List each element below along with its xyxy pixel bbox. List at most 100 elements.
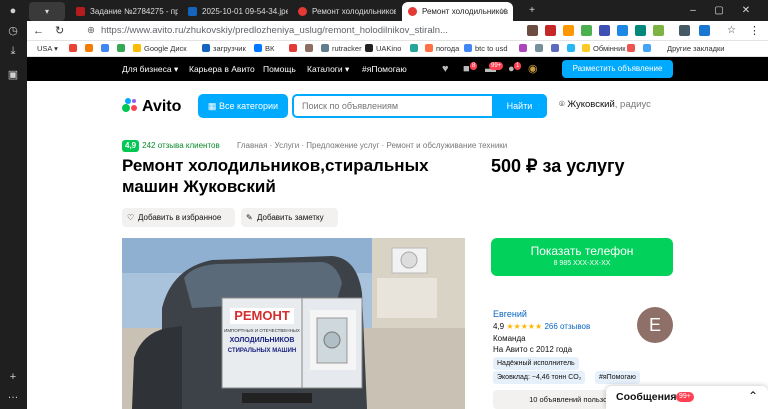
extension-icon[interactable] (679, 25, 690, 36)
show-phone-button[interactable]: Показать телефон 8 985 XXX-XX-XX (491, 238, 673, 276)
tab-image[interactable]: 2025-10-01 09-54-34.jpeg (182, 2, 288, 21)
heart-icon: ♡ (127, 213, 135, 222)
site-icon (643, 44, 651, 52)
extension-icon[interactable] (563, 25, 574, 36)
seller-avatar[interactable]: Е (637, 307, 673, 343)
downloads-icon[interactable]: ⤓ (6, 44, 20, 58)
extension-icon[interactable] (599, 25, 610, 36)
banner-line-text: ХОЛОДИЛЬНИКОВ (230, 337, 295, 344)
minimize-icon[interactable]: – (685, 0, 701, 21)
topbar-link[interactable]: Карьера в Авито (189, 57, 255, 81)
notifications-icon[interactable]: ● 1 (508, 62, 522, 75)
post-ad-button[interactable]: Разместить объявление (562, 60, 673, 78)
seller-name[interactable]: Евгений (493, 309, 527, 320)
seller-rating[interactable]: 4,9 ★★★★★ 266 отзывов (493, 321, 590, 332)
reload-icon[interactable]: ↻ (55, 23, 64, 39)
bookmark-item[interactable] (117, 43, 128, 55)
all-categories-button[interactable]: ▦ Все категории (198, 94, 288, 118)
extension-icon[interactable] (581, 25, 592, 36)
location-selector[interactable]: ⌾ Жуковский, радиус (559, 99, 651, 110)
extension-icon[interactable] (617, 25, 628, 36)
bookmark-item[interactable] (101, 43, 112, 55)
favorites-icon[interactable]: ♥ (442, 63, 449, 75)
more-icon[interactable]: … (6, 388, 20, 402)
profile-icon[interactable]: ● (6, 4, 20, 18)
add-panel-icon[interactable]: + (6, 370, 20, 384)
download-icon[interactable] (699, 25, 710, 36)
user-avatar[interactable]: ◉ (528, 63, 538, 75)
menu-icon[interactable]: ⋮ (749, 23, 760, 39)
messenger-widget[interactable]: Сообщения 99+ ⌃ (606, 386, 768, 409)
site-icon (305, 44, 313, 52)
seller-badge[interactable]: Эковклад: ~4,46 тонн CO₂ (493, 371, 586, 384)
find-button[interactable]: Найти (492, 94, 547, 118)
sidebar-app-icon[interactable]: ▣ (6, 68, 20, 82)
google-icon (464, 44, 472, 52)
add-favorite-button[interactable]: ♡ Добавить в избранное (122, 208, 235, 227)
bookmark-item[interactable] (535, 43, 546, 55)
banner-text: РЕМОНТ (234, 308, 290, 323)
bookmark-item[interactable]: ВК (254, 43, 274, 55)
seller-badge[interactable]: #яПомогаю (595, 371, 640, 384)
new-tab-button[interactable]: + (524, 0, 540, 21)
seller-badge[interactable]: Надёжный исполнитель (493, 357, 579, 370)
topbar-link[interactable]: Каталоги ▾ (307, 57, 349, 81)
bookmark-item[interactable] (289, 43, 300, 55)
bookmark-item[interactable] (85, 43, 96, 55)
bookmark-folder[interactable]: Другие закладки (667, 43, 724, 55)
listing-photo[interactable]: РЕМОНТ ИМПОРТНЫХ И ОТЕЧЕСТВЕННЫХ ХОЛОДИЛ… (122, 238, 465, 409)
search-input[interactable] (302, 96, 502, 116)
url-field[interactable]: ⊕ https://www.avito.ru/zhukovskiy/predlo… (83, 23, 483, 39)
bookmark-item[interactable] (643, 43, 654, 55)
bookmark-item[interactable] (627, 43, 638, 55)
tab-switcher-button[interactable]: ▾ (29, 2, 65, 21)
tab-avito-1[interactable]: Ремонт холодильников в (292, 2, 396, 21)
bookmark-item[interactable] (567, 43, 578, 55)
listing-title: Ремонт холодильников,стиральных машин Жу… (122, 156, 429, 196)
site-icon (365, 44, 373, 52)
add-note-button[interactable]: ✎ Добавить заметку (241, 208, 338, 227)
avito-logo[interactable]: Avito (122, 97, 181, 115)
extension-icon[interactable] (653, 25, 664, 36)
cart-icon[interactable]: ■ 8 (463, 62, 478, 75)
seller-type: Команда (493, 334, 526, 343)
topbar-link[interactable]: #яПомогаю (362, 57, 407, 81)
extension-icon[interactable] (635, 25, 646, 36)
messages-icon[interactable]: ▬99+ (485, 62, 504, 75)
maximize-icon[interactable]: ▢ (711, 0, 727, 21)
tab-task[interactable]: Задание №2784275 - про (70, 2, 178, 21)
bookmark-item[interactable]: загрузчик (202, 43, 246, 55)
bookmark-item[interactable]: rutracker (321, 43, 362, 55)
bookmark-item[interactable] (551, 43, 562, 55)
topbar-link[interactable]: Для бизнеса ▾ (122, 57, 178, 81)
bookmark-item[interactable] (410, 43, 421, 55)
side-panel: ● ◷ ⤓ ▣ + … (0, 0, 27, 409)
chevron-up-icon[interactable]: ⌃ (748, 389, 758, 403)
site-info-icon[interactable]: ⊕ (87, 23, 95, 39)
weather-icon (425, 44, 433, 52)
bookmark-star-icon[interactable]: ☆ (727, 23, 736, 39)
bookmark-item[interactable] (69, 43, 80, 55)
breadcrumb[interactable]: Главная · Услуги · Предложение услуг · Р… (237, 140, 507, 152)
search-box: Найти (292, 94, 547, 118)
close-tab-icon[interactable]: ✕ (499, 2, 507, 21)
extension-icon[interactable] (527, 25, 538, 36)
bookmark-item[interactable]: btc to usd (464, 43, 508, 55)
close-window-icon[interactable]: ✕ (738, 0, 754, 21)
bookmark-item[interactable]: погода (425, 43, 459, 55)
bookmark-item[interactable]: UAKino (365, 43, 401, 55)
bookmark-item[interactable]: Обмінник (582, 43, 626, 55)
google-icon (69, 44, 77, 52)
site-icon (321, 44, 329, 52)
tab-avito-active[interactable]: Ремонт холодильников ✕ (402, 2, 513, 21)
bookmark-item[interactable] (305, 43, 316, 55)
shop-rating[interactable]: 4,9 242 отзыва клиентов (122, 140, 220, 152)
history-icon[interactable]: ◷ (6, 24, 20, 38)
bookmark-item[interactable]: Google Диск (133, 43, 187, 55)
site-icon (202, 44, 210, 52)
back-icon[interactable]: ← (33, 23, 44, 39)
bookmark-item[interactable] (519, 43, 530, 55)
bookmark-item[interactable]: USA ▾ (37, 43, 58, 55)
topbar-link[interactable]: Помощь (263, 57, 296, 81)
extension-icon[interactable] (545, 25, 556, 36)
